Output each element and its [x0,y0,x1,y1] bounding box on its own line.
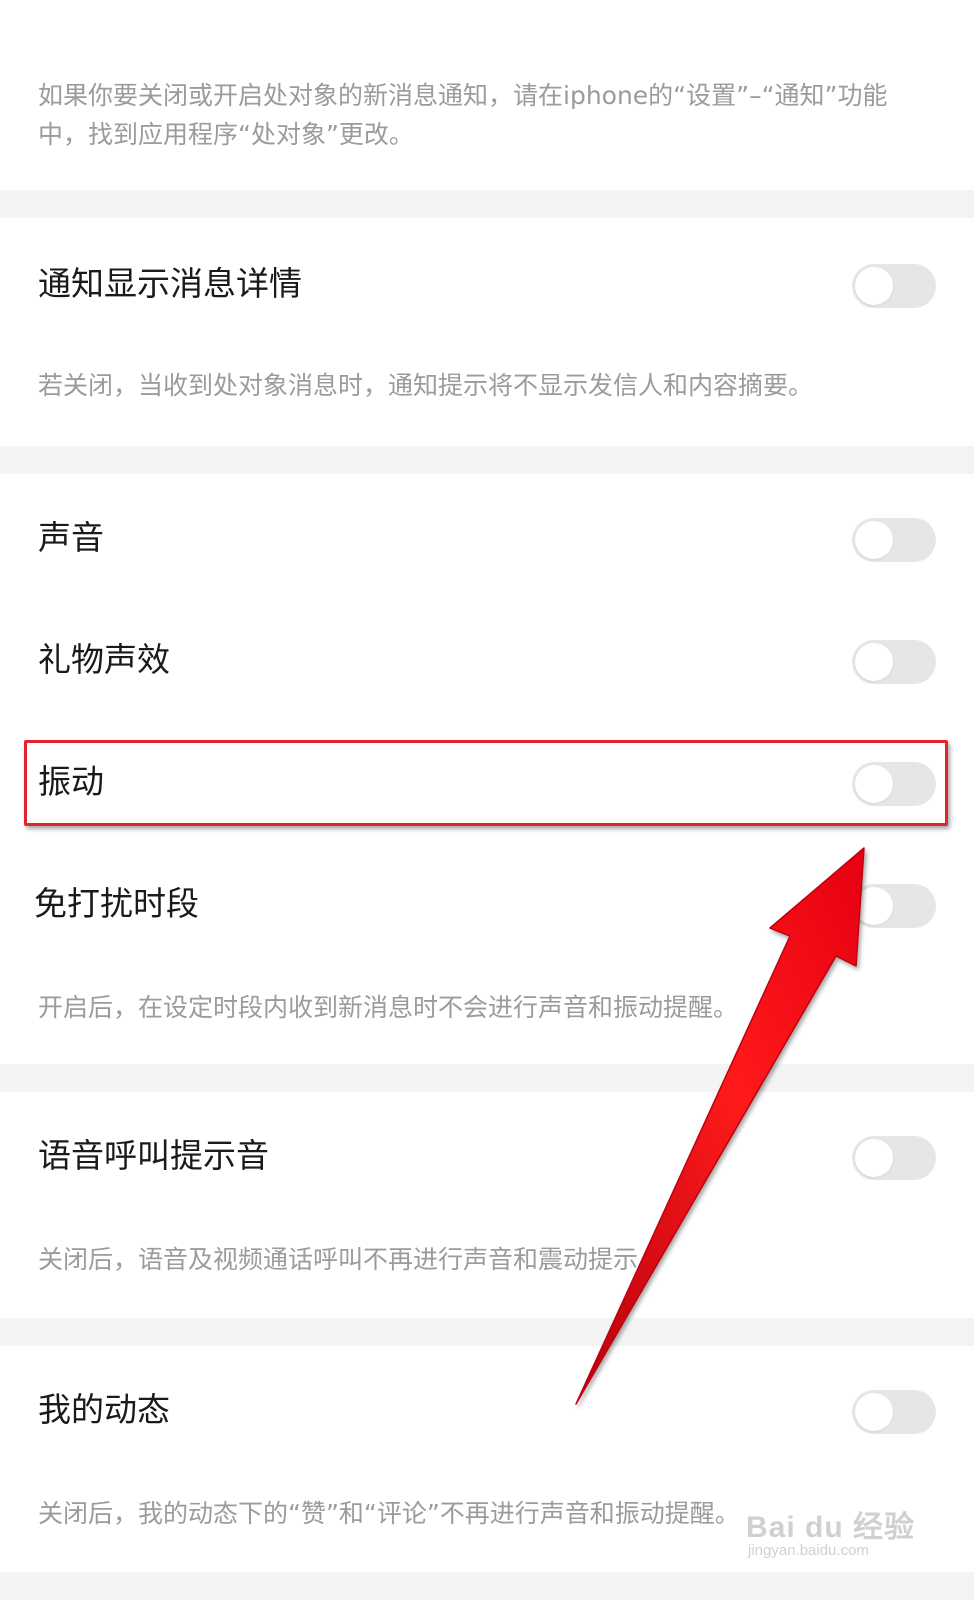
voice-call-label: 语音呼叫提示音 [38,1136,269,1175]
moments-desc: 关闭后，我的动态下的“赞”和“评论”不再进行声音和振动提醒。 [38,1499,740,1528]
watermark-url: jingyan.baidu.com [748,1542,869,1559]
detail-desc: 若关闭，当收到处对象消息时，通知提示将不显示发信人和内容摘要。 [38,371,814,400]
detail-section: 通知显示消息详情 若关闭，当收到处对象消息时，通知提示将不显示发信人和内容摘要。 [0,218,974,446]
toggle-knob [855,1393,893,1431]
detail-toggle[interactable] [852,264,936,308]
watermark-brand: Bai du 经验 [746,1511,916,1544]
dnd-desc: 开启后，在设定时段内收到新消息时不会进行声音和振动提醒。 [38,993,739,1022]
moments-label: 我的动态 [38,1390,170,1429]
detail-label: 通知显示消息详情 [38,264,302,303]
sound-toggle[interactable] [852,518,936,562]
voice-call-section: 语音呼叫提示音 关闭后，语音及视频通话呼叫不再进行声音和震动提示。 [0,1092,974,1318]
moments-toggle[interactable] [852,1390,936,1434]
gift-sound-label: 礼物声效 [38,640,170,679]
toggle-knob [855,887,893,925]
voice-call-toggle[interactable] [852,1136,936,1180]
toggle-knob [855,267,893,305]
intro-text: 如果你要关闭或开启处对象的新消息通知，请在iphone的“设置”–“通知”功能中… [38,81,888,149]
watermark: Bai du 经验 jingyan.baidu.com [746,1502,946,1562]
vibrate-highlight-box [24,740,948,826]
gift-sound-toggle[interactable] [852,640,936,684]
voice-call-desc: 关闭后，语音及视频通话呼叫不再进行声音和震动提示。 [38,1245,664,1274]
intro-section: 如果你要关闭或开启处对象的新消息通知，请在iphone的“设置”–“通知”功能中… [0,0,974,190]
toggle-knob [855,521,893,559]
toggle-knob [855,643,893,681]
dnd-label: 免打扰时段 [34,884,199,923]
dnd-toggle[interactable] [852,884,936,928]
sound-label: 声音 [38,518,104,557]
toggle-knob [855,1139,893,1177]
